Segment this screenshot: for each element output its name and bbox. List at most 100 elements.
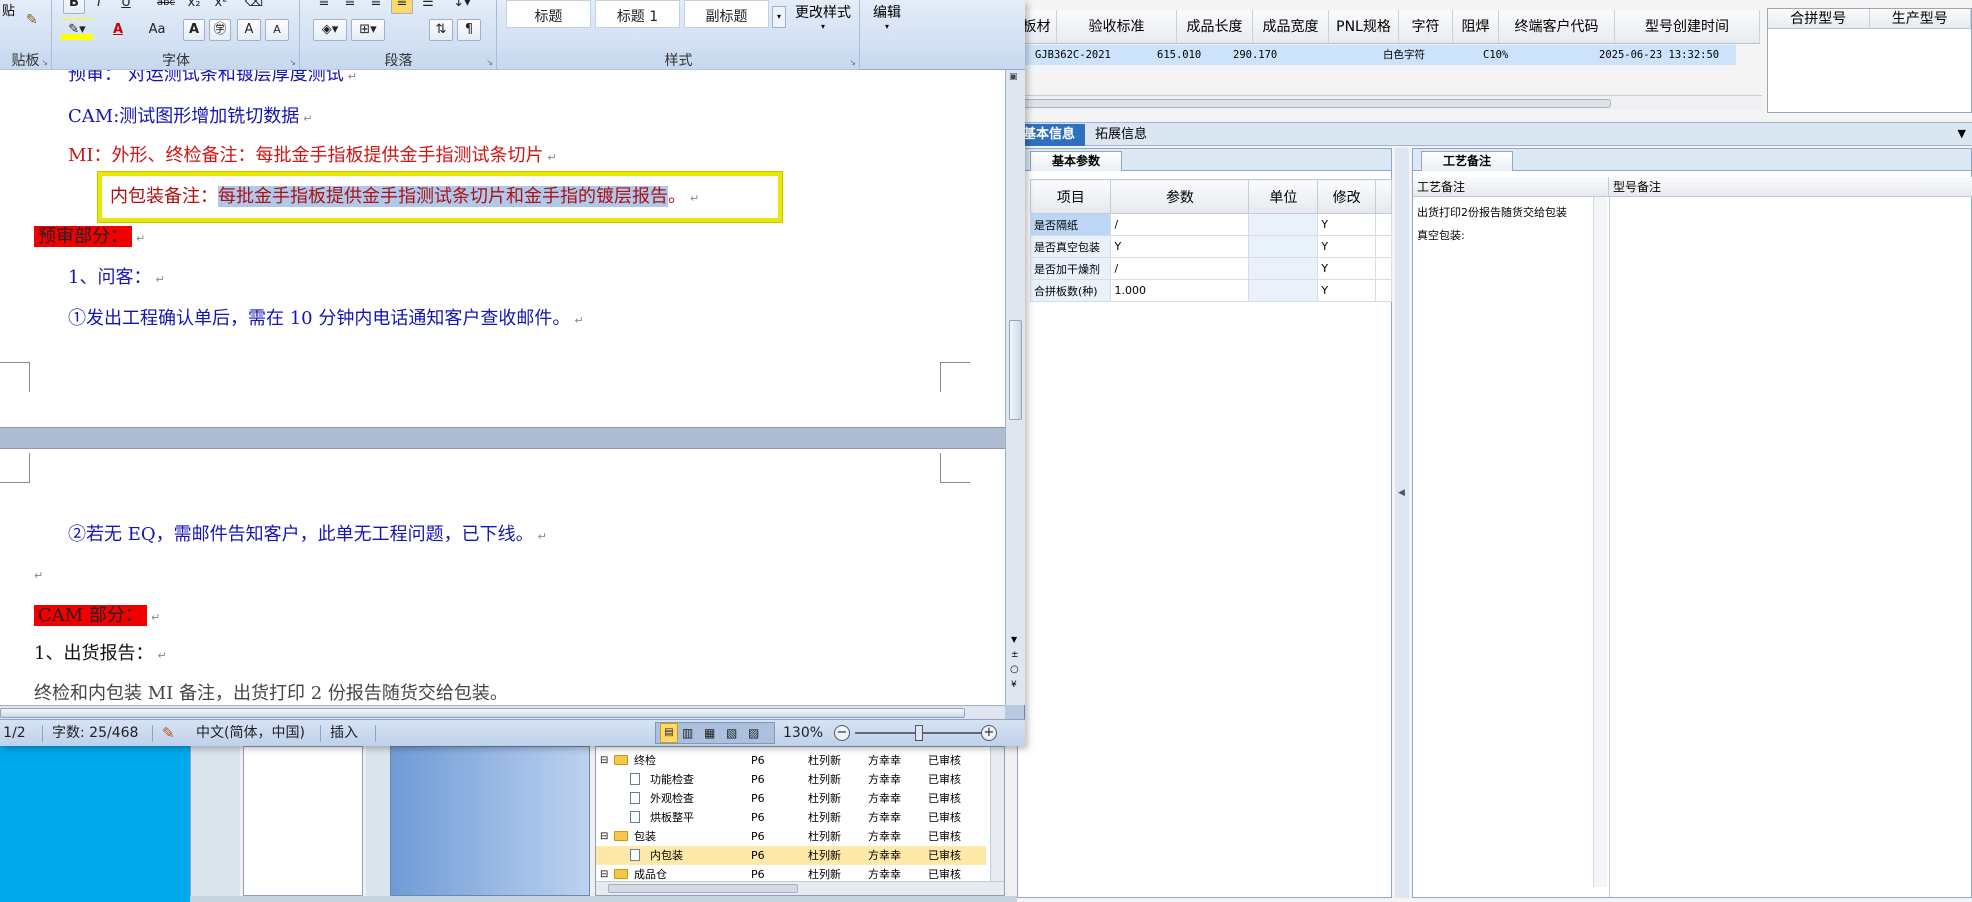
enclose-char-icon[interactable]: ㊫ xyxy=(209,19,231,41)
dialog-launcher-icon[interactable]: ↘ xyxy=(486,58,493,67)
scroll-thumb[interactable] xyxy=(0,708,965,718)
grid-col-header[interactable]: 验收标准 xyxy=(1057,10,1177,43)
tree-row[interactable]: 外观检查 P6 杜列新 方幸幸 已审核 xyxy=(596,789,986,808)
bold-button[interactable]: B xyxy=(63,0,85,14)
dialog-launcher-icon[interactable]: ↘ xyxy=(41,58,48,67)
grid-col-header[interactable]: PNL规格 xyxy=(1329,10,1399,43)
ruler-toggle-icon[interactable]: ▣ xyxy=(1009,72,1018,82)
grid-selected-row[interactable]: GJB362C-2021 615.010 290.170 白色字符 C10% 2… xyxy=(1017,45,1736,65)
col-header[interactable]: 修改 xyxy=(1317,179,1376,214)
change-styles-button[interactable]: 更改样式 ▾ xyxy=(790,2,856,31)
shrink-font-button[interactable]: A xyxy=(265,19,289,41)
grid-col-header[interactable]: 终端客户代码 xyxy=(1499,10,1615,43)
subscript-button[interactable]: x₂ xyxy=(183,0,205,14)
line-spacing-icon[interactable]: ↕▾ xyxy=(447,0,477,14)
dialog-launcher-icon[interactable]: ↘ xyxy=(849,58,856,67)
strikethrough-button[interactable]: abc xyxy=(153,0,179,14)
style-subtitle[interactable]: 副标题 xyxy=(684,0,769,28)
chevron-left-icon[interactable]: ◀ xyxy=(1398,488,1405,498)
word-count[interactable]: 字数: 25/468 xyxy=(52,720,138,746)
zoom-out-icon[interactable]: − xyxy=(834,725,850,741)
table-row[interactable]: 是否真空包装 Y Y xyxy=(1029,235,1393,258)
zoom-in-icon[interactable]: + xyxy=(981,725,997,741)
tab-extended-info[interactable]: 拓展信息 xyxy=(1087,124,1155,146)
edit-button[interactable]: 编辑 ▾ xyxy=(862,2,912,31)
browse-object-icon[interactable]: ○ xyxy=(1010,664,1019,675)
tree-row[interactable]: ⊟ 包装 P6 杜列新 方幸幸 已审核 xyxy=(596,827,986,846)
change-case-button[interactable]: Aa xyxy=(138,19,176,41)
col-header[interactable]: 项目 xyxy=(1029,179,1112,214)
notes-scrollbar[interactable] xyxy=(1593,197,1607,887)
chevron-down-icon[interactable]: ▼ xyxy=(1958,127,1966,140)
grid-col-header[interactable]: 成品宽度 xyxy=(1253,10,1329,43)
doc-hscrollbar[interactable] xyxy=(0,705,1005,719)
paste-button[interactable]: 贴 xyxy=(2,0,15,19)
col-header[interactable]: 单位 xyxy=(1248,179,1319,214)
craft-notes-text[interactable]: 出货打印2份报告随货交给包装 真空包装: xyxy=(1417,201,1567,247)
sort-icon[interactable]: ⇅ xyxy=(429,19,453,41)
scroll-thumb[interactable] xyxy=(1009,320,1022,420)
shading-icon[interactable]: ◈▾ xyxy=(313,19,347,41)
table-row[interactable]: 是否隔纸 / Y xyxy=(1029,213,1393,236)
dialog-launcher-icon[interactable]: ↘ xyxy=(289,58,296,67)
col-header[interactable]: 型号备注 xyxy=(1609,177,1661,196)
outline-icon[interactable]: ▧ xyxy=(726,723,737,743)
zoom-level[interactable]: 130% xyxy=(783,720,823,746)
scroll-thumb[interactable] xyxy=(1021,99,1611,108)
distribute-icon[interactable]: ☰ xyxy=(417,0,439,14)
param-value[interactable]: / xyxy=(1110,257,1250,280)
show-marks-icon[interactable]: ¶ xyxy=(457,19,481,41)
col-header[interactable]: 生产型号 xyxy=(1870,9,1971,28)
superscript-button[interactable]: x² xyxy=(210,0,232,14)
tree-row[interactable]: 内包装 P6 杜列新 方幸幸 已审核 xyxy=(596,846,986,865)
page[interactable]: ②若无 EQ，需邮件告知客户，此单无工程问题，已下线。 ↵ ↵ CAM 部分： ↵ … xyxy=(0,448,1005,705)
font-color-button[interactable]: A xyxy=(103,19,133,41)
insert-mode[interactable]: 插入 xyxy=(330,720,358,746)
italic-button[interactable]: I xyxy=(89,0,109,14)
scroll-thumb[interactable] xyxy=(608,884,798,893)
reading-layout-icon[interactable]: ▥ xyxy=(682,723,693,743)
tab-basic-params[interactable]: 基本参数 xyxy=(1030,151,1122,171)
tree-row[interactable]: ⊟ 终检 P6 杜列新 方幸幸 已审核 xyxy=(596,751,986,770)
align-right-icon[interactable]: ≡ xyxy=(365,0,387,14)
clear-format-icon[interactable]: ⌫ xyxy=(243,0,265,14)
tree-row[interactable]: 功能检查 P6 杜列新 方幸幸 已审核 xyxy=(596,770,986,789)
col-header[interactable]: 工艺备注 xyxy=(1413,177,1609,196)
grid-col-header[interactable]: 型号创建时间 xyxy=(1615,10,1760,43)
style-heading[interactable]: 标题 xyxy=(506,0,591,28)
grid-col-header[interactable]: 成品长度 xyxy=(1177,10,1253,43)
selected-text[interactable]: 每批金手指板提供金手指测试条切片和金手指的镀层报告 xyxy=(218,186,668,207)
prev-page-icon[interactable]: ± xyxy=(1011,650,1019,660)
char-shading-button[interactable]: A xyxy=(183,19,205,41)
highlight-button[interactable]: ✎▾ xyxy=(61,19,93,41)
collapse-icon[interactable]: ⊟ xyxy=(600,827,608,846)
param-value[interactable]: / xyxy=(1110,213,1250,236)
page-count[interactable]: 页面: 1/2 xyxy=(0,720,26,746)
align-center-icon[interactable]: ≡ xyxy=(339,0,361,14)
page[interactable]: 预审： 对运测试条和镀层厚度测试 ↵ CAM:测试图形增加铣切数据 ↵ MI：外形、… xyxy=(0,70,1005,428)
style-heading-1[interactable]: 标题 1 xyxy=(595,0,680,28)
param-value[interactable]: 1.000 xyxy=(1110,279,1250,302)
proofing-icon[interactable]: ✎ xyxy=(162,720,175,746)
col-header[interactable]: 合拼型号 xyxy=(1768,9,1870,28)
collapse-icon[interactable]: ⊟ xyxy=(600,751,608,770)
grid-col-header[interactable]: 字符 xyxy=(1399,10,1453,43)
param-value[interactable]: Y xyxy=(1110,235,1250,258)
tab-basic-info[interactable]: 基本信息 xyxy=(1017,124,1086,146)
justify-icon[interactable]: ≡ xyxy=(391,0,413,14)
format-painter-icon[interactable]: ✎ xyxy=(26,12,38,28)
borders-icon[interactable]: ⊞▾ xyxy=(351,19,385,41)
web-layout-icon[interactable]: ▦ xyxy=(704,723,715,743)
table-row[interactable]: 合拼板数(种) 1.000 Y xyxy=(1029,279,1393,302)
underline-button[interactable]: U xyxy=(115,0,137,14)
panel-splitter[interactable]: ◀ xyxy=(1395,148,1409,898)
grow-font-button[interactable]: A xyxy=(237,19,261,41)
print-layout-icon[interactable]: ▤ xyxy=(660,723,678,743)
tree-hscrollbar[interactable] xyxy=(596,881,1004,895)
doc-vscrollbar[interactable]: ▣ ▼ ± ○ ¥ xyxy=(1005,70,1025,705)
language[interactable]: 中文(简体，中国) xyxy=(196,720,305,746)
tab-craft-notes[interactable]: 工艺备注 xyxy=(1421,151,1513,171)
grid-hscrollbar[interactable] xyxy=(1017,95,1762,110)
draft-icon[interactable]: ▨ xyxy=(748,723,759,743)
zoom-slider-thumb[interactable] xyxy=(915,725,923,741)
